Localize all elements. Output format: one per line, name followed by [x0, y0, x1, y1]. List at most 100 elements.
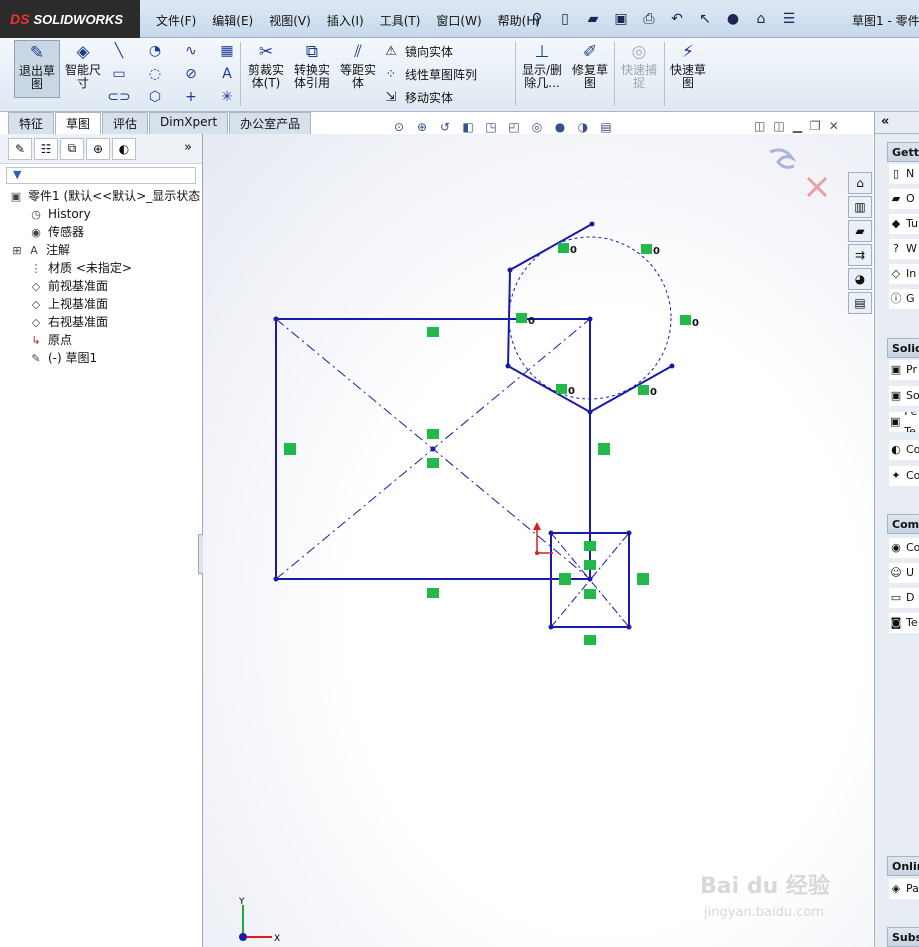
cancel-sketch-icon[interactable] — [806, 176, 828, 198]
offset-entities-button[interactable]: ⫽ 等距实体 — [338, 40, 378, 90]
linear-pattern-button[interactable]: ⁘ 线性草图阵列 — [382, 65, 477, 83]
spline-icon[interactable]: ∿ — [182, 42, 200, 60]
rapid-sketch-button[interactable]: ⚡ 快速草图 — [668, 40, 708, 90]
menu-window[interactable]: 窗口(W) — [428, 10, 489, 31]
circle-icon[interactable]: ◔ — [146, 42, 164, 60]
dimxpert-manager-tab-icon[interactable]: ⊕ — [86, 137, 110, 160]
open-folder-icon[interactable]: ▰ — [582, 8, 604, 30]
design-library-icon[interactable]: ▥ — [848, 196, 872, 218]
view-settings-icon[interactable]: ▤ — [597, 118, 615, 136]
tab-office-products[interactable]: 办公室产品 — [229, 112, 312, 134]
tree-item-annotations[interactable]: ⊞ A 注解 — [0, 241, 202, 259]
horizontal-relation-icon[interactable] — [584, 541, 596, 551]
edit-appearance-icon[interactable]: ● — [551, 118, 569, 136]
tree-item-top-plane[interactable]: ◇ 上视基准面 — [0, 295, 202, 313]
undo-icon[interactable]: ↶ — [666, 8, 688, 30]
view-orientation-icon[interactable]: ◳ — [482, 118, 500, 136]
zoom-to-fit-icon[interactable]: ⊙ — [390, 118, 408, 136]
pin-icon[interactable]: ⚲ — [526, 8, 548, 30]
section-getting-started[interactable]: Getting — [887, 142, 919, 162]
list-item[interactable]: ◈ Pa — [889, 879, 919, 899]
minimize-icon[interactable]: ▁ — [793, 119, 802, 133]
rebuild-traffic-light-icon[interactable]: ● — [722, 8, 744, 30]
slot-icon[interactable]: ⊂⊃ — [107, 88, 130, 106]
list-item[interactable]: ▯ N — [889, 164, 919, 184]
list-item[interactable]: ✦ Co — [889, 466, 919, 486]
list-item[interactable]: ◉ Co — [889, 538, 919, 558]
tab-features[interactable]: 特征 — [8, 112, 55, 134]
save-icon[interactable]: ▣ — [610, 8, 632, 30]
text-icon[interactable]: A — [218, 65, 236, 83]
section-community[interactable]: Comm — [887, 514, 919, 534]
list-item[interactable]: ▣ Pr — [889, 360, 919, 380]
tab-evaluate[interactable]: 评估 — [102, 112, 149, 134]
list-item[interactable]: ◐ Co — [889, 440, 919, 460]
list-item[interactable]: ◇ In — [889, 264, 919, 284]
list-item[interactable]: ▰ O — [889, 189, 919, 209]
restore-icon[interactable]: ❐ — [810, 119, 821, 133]
vertical-relation-icon[interactable] — [598, 443, 610, 455]
tree-item-front-plane[interactable]: ◇ 前视基准面 — [0, 277, 202, 295]
coincident-relation-icon[interactable] — [516, 313, 527, 323]
appearances-icon[interactable]: ◕ — [848, 268, 872, 290]
trim-entities-button[interactable]: ✂ 剪裁实体(T) — [246, 40, 286, 90]
exit-sketch-button[interactable]: ✎ 退出草图 — [14, 40, 60, 98]
property-manager-tab-icon[interactable]: ☷ — [34, 137, 58, 160]
solidworks-logo[interactable]: DS SOLIDWORKS — [0, 0, 140, 38]
vertical-relation-icon[interactable] — [559, 573, 571, 585]
midpoint-relation-icon[interactable] — [427, 429, 439, 439]
configuration-manager-tab-icon[interactable]: ⧉ — [60, 137, 84, 160]
point-icon[interactable]: + — [182, 88, 200, 106]
quick-snaps-button[interactable]: ◎ 快速捕捉 — [618, 40, 660, 90]
tree-item-history[interactable]: ◷ History — [0, 205, 202, 223]
file-explorer-icon[interactable]: ▰ — [848, 220, 872, 242]
convert-entities-button[interactable]: ⧉ 转换实体引用 — [292, 40, 332, 90]
ellipse-icon[interactable]: ⊘ — [182, 65, 200, 83]
list-item[interactable]: ◙ Te — [889, 613, 919, 633]
close-icon[interactable]: ✕ — [829, 119, 839, 133]
sketch-canvas[interactable]: 0 0 0 0 0 0 Y X — [203, 134, 873, 947]
expand-plus-icon[interactable]: ⊞ — [12, 242, 22, 260]
confirmation-corner[interactable] — [769, 148, 828, 198]
menu-insert[interactable]: 插入(I) — [319, 10, 372, 31]
home-icon[interactable]: ⌂ — [848, 172, 872, 194]
vertical-relation-icon[interactable] — [284, 443, 296, 455]
midpoint-relation-icon[interactable] — [427, 458, 439, 468]
midpoint-relation-icon[interactable] — [584, 589, 596, 599]
tree-item-material[interactable]: ⋮ 材质 <未指定> — [0, 259, 202, 277]
section-online-resources[interactable]: Online — [887, 856, 919, 876]
list-item[interactable]: ? W — [889, 239, 919, 259]
section-subscription-services[interactable]: Subsc — [887, 927, 919, 947]
tile-right-icon[interactable]: ◫ — [773, 119, 784, 133]
zoom-to-area-icon[interactable]: ⊕ — [413, 118, 431, 136]
tree-filter[interactable]: ▼ — [6, 167, 196, 184]
move-entities-button[interactable]: ⇲ 移动实体 — [382, 88, 453, 106]
file-properties-icon[interactable]: ⌂ — [750, 8, 772, 30]
list-item[interactable]: ◆ Tu — [889, 214, 919, 234]
view-palette-icon[interactable]: ⇉ — [848, 244, 872, 266]
expand-chevron-icon[interactable]: » — [184, 140, 192, 155]
feature-manager-tab-icon[interactable]: ✎ — [8, 137, 32, 160]
coincident-relation-icon[interactable] — [680, 315, 691, 325]
smart-dimension-button[interactable]: ◈ 智能尺寸 — [62, 40, 104, 90]
list-item[interactable]: ⓘ G — [889, 289, 919, 309]
coincident-relation-icon[interactable] — [558, 243, 569, 253]
plane-icon[interactable]: ▦ — [218, 42, 236, 60]
collapse-task-pane-icon[interactable]: « — [881, 114, 889, 129]
section-solidworks-resources[interactable]: SolidW — [887, 338, 919, 358]
rectangle-icon[interactable]: ▭ — [110, 65, 128, 83]
line-icon[interactable]: ╲ — [110, 42, 128, 60]
horizontal-relation-icon[interactable] — [584, 635, 596, 645]
tree-item-origin[interactable]: ↳ 原点 — [0, 331, 202, 349]
display-style-icon[interactable]: ◰ — [505, 118, 523, 136]
list-item[interactable]: ▭ D — [889, 588, 919, 608]
new-document-icon[interactable]: ▯ — [554, 8, 576, 30]
coincident-relation-icon[interactable] — [556, 384, 567, 394]
polygon-icon[interactable]: ⬡ — [146, 88, 164, 106]
hide-show-items-icon[interactable]: ◎ — [528, 118, 546, 136]
print-icon[interactable]: ⎙ — [638, 8, 660, 30]
exit-sketch-corner-icon[interactable] — [769, 148, 797, 169]
graphics-area[interactable]: 0 0 0 0 0 0 Y X — [203, 134, 873, 947]
tree-root-part[interactable]: ▣ 零件1 (默认<<默认>_显示状态 — [0, 187, 202, 205]
display-delete-relations-button[interactable]: ⊥ 显示/删除几... — [520, 40, 564, 90]
